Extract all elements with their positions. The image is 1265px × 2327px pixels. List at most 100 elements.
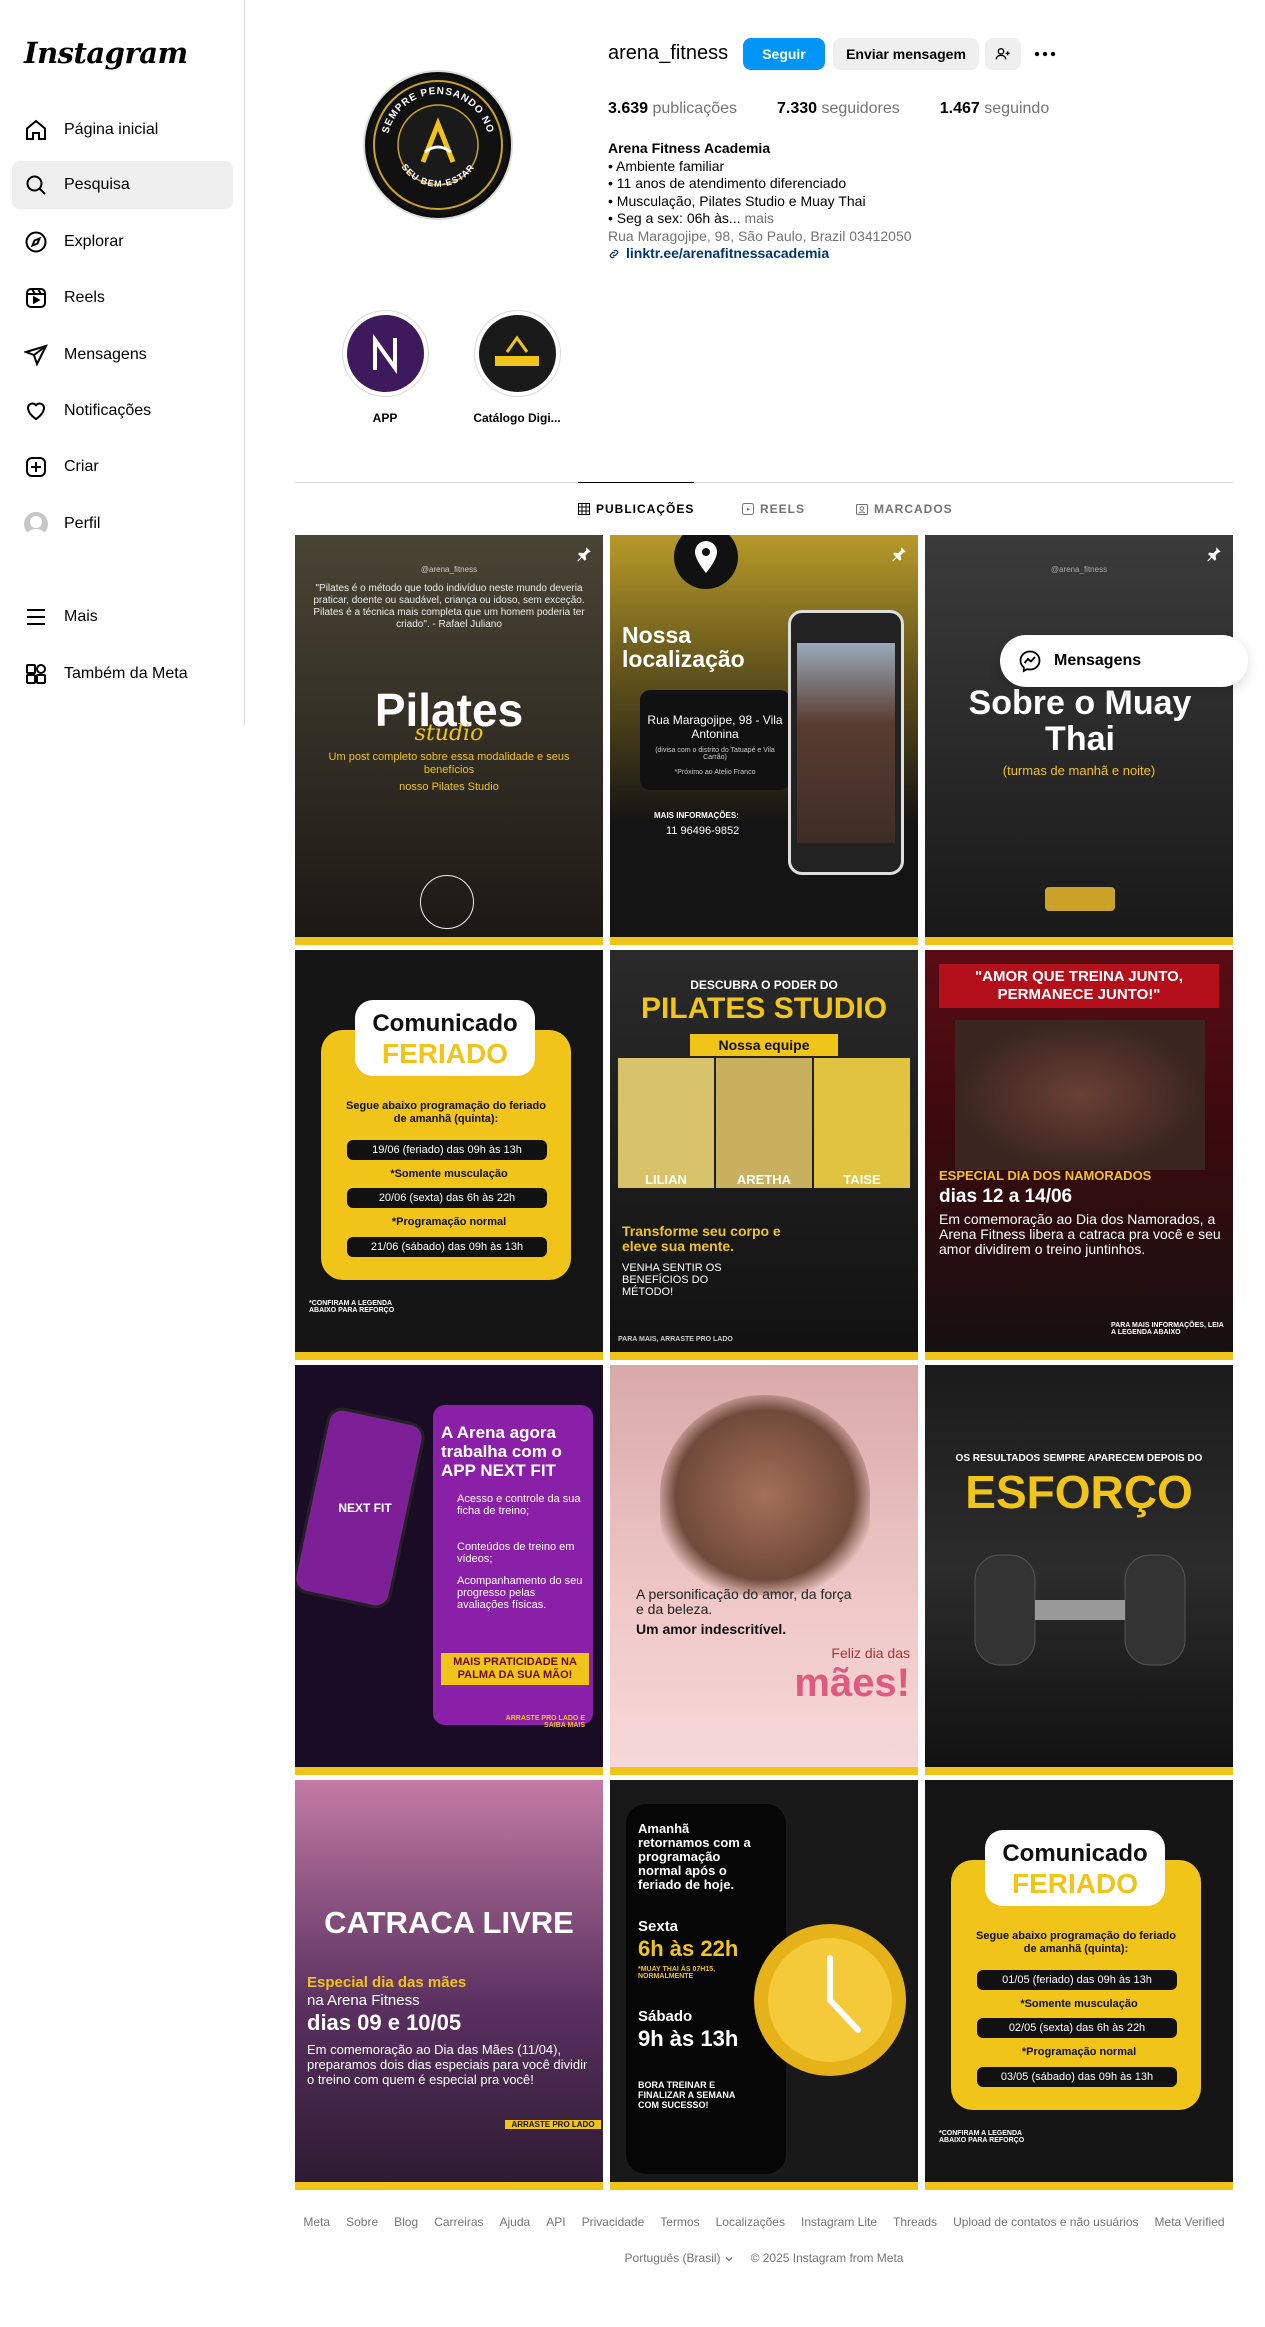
chevron-down-icon [725, 2256, 733, 2262]
grid-icon [578, 502, 590, 515]
follow-button[interactable]: Seguir [743, 38, 825, 70]
sidebar-item-notifications[interactable]: Notificações [12, 387, 233, 435]
clock-icon [754, 1924, 906, 2076]
sidebar-item-label: Mensagens [64, 346, 147, 363]
brand-stripe [295, 1767, 603, 1775]
sidebar-item-label: Também da Meta [64, 665, 188, 682]
post-title: FERIADO [382, 1038, 508, 1069]
team-member-name: ARETHA [736, 1172, 792, 1187]
sidebar-item-explore[interactable]: Explorar [12, 218, 233, 266]
footer-link[interactable]: Upload de contatos e não usuários [953, 2215, 1138, 2229]
sidebar-item-messages[interactable]: Mensagens [12, 331, 233, 379]
team-photo [814, 1058, 910, 1188]
suggested-accounts-button[interactable] [985, 38, 1021, 70]
schedule-row: 02/05 (sexta) das 6h às 22h [977, 2018, 1177, 2038]
footer-link[interactable]: API [546, 2215, 565, 2229]
footer-link[interactable]: Localizações [716, 2215, 785, 2229]
search-icon [26, 175, 46, 195]
options-button[interactable] [1029, 38, 1061, 70]
post-schedule-return[interactable]: Amanhã retornamos com a programação norm… [610, 1780, 918, 2190]
sidebar-item-reels[interactable]: Reels [12, 274, 233, 322]
highlight-app[interactable]: APP [335, 310, 435, 425]
post-handle: @arena_fitness [420, 565, 478, 574]
tab-reels[interactable]: REELS [742, 483, 805, 535]
schedule-note: *MUAY THAI ÀS 07H15, NORMALMENTE [638, 1966, 716, 1980]
bio-line: • 11 anos de atendimento diferenciado [608, 175, 847, 191]
bio-line: • Seg a sex: 06h às... mais [608, 210, 774, 226]
feature-bullet: Acompanhamento do seu progresso pelas av… [457, 1575, 583, 1611]
post-effort[interactable]: OS RESULTADOS SEMPRE APARECEM DEPOIS DO … [925, 1365, 1233, 1775]
post-title: Nossa localização [622, 622, 745, 672]
post-valentines[interactable]: "AMOR QUE TREINA JUNTO, PERMANECE JUNTO!… [925, 950, 1233, 1360]
post-holiday-notice-may[interactable]: Comunicado FERIADO Segue abaixo programa… [925, 1780, 1233, 2190]
muay-thai-badge-icon [1045, 887, 1115, 911]
post-banner: MAIS PRATICIDADE NA PALMA DA SUA MÃO! [441, 1653, 589, 1685]
catalog-cover-icon [495, 334, 539, 366]
footer-link[interactable]: Blog [394, 2215, 418, 2229]
messages-floating-button[interactable]: Mensagens [1000, 635, 1248, 687]
footer-link[interactable]: Meta Verified [1155, 2215, 1225, 2229]
bio-line: • Musculação, Pilates Studio e Muay Thai [608, 192, 866, 209]
profile-picture[interactable]: SEMPRE PENSANDO NO SEU BEM-ESTAR [363, 70, 513, 220]
post-subtitle: (turmas de manhã e noite) [1002, 763, 1156, 778]
sidebar-item-label: Criar [64, 458, 99, 475]
sidebar-item-create[interactable]: Criar [12, 443, 233, 491]
footer-link[interactable]: Instagram Lite [801, 2215, 877, 2229]
footer-link[interactable]: Sobre [346, 2215, 378, 2229]
bio-address[interactable]: Rua Maragojipe, 98, São Paulo, Brazil 03… [608, 228, 1128, 246]
highlight-catalog[interactable]: Catálogo Digi... [467, 310, 567, 425]
messenger-icon [1019, 650, 1041, 673]
footer-link[interactable]: Termos [660, 2215, 699, 2229]
schedule-note: *Programação normal [391, 1216, 507, 1228]
post-dates: dias 12 a 14/06 [939, 1186, 1073, 1207]
post-special: ESPECIAL DIA DOS NAMORADOS [939, 1168, 1152, 1183]
bio-link[interactable]: linktr.ee/arenafitnessacademia [608, 245, 1128, 263]
sidebar-item-profile[interactable]: Perfil [12, 500, 233, 548]
team-label: Nossa equipe [690, 1034, 838, 1056]
post-intro: Amanhã retornamos com a programação norm… [638, 1821, 751, 1892]
post-title: Sobre o Muay Thai [968, 684, 1192, 758]
add-person-icon [995, 48, 1010, 60]
menu-icon [27, 609, 45, 625]
following-count[interactable]: 1.467 seguindo [940, 100, 1049, 118]
post-muay-thai[interactable]: @arena_fitness Sobre o Muay Thai (turmas… [925, 535, 1233, 945]
post-pilates-team[interactable]: DESCUBRA O PODER DO PILATES STUDIO Nossa… [610, 950, 918, 1360]
footer-link[interactable]: Ajuda [500, 2215, 531, 2229]
post-free-pass[interactable]: CATRACA LIVRE Especial dia das mães na A… [295, 1780, 603, 2190]
footer-link[interactable]: Carreiras [434, 2215, 483, 2229]
link-icon [609, 249, 619, 259]
sidebar-item-search[interactable]: Pesquisa [12, 161, 233, 209]
sidebar-item-also-from-meta[interactable]: Também da Meta [12, 650, 233, 698]
post-holiday-notice-june[interactable]: Comunicado FERIADO Segue abaixo programa… [295, 950, 603, 1360]
post-title: Comunicado [1002, 1840, 1148, 1867]
post-pilates[interactable]: @arena_fitness "Pilates é o método que t… [295, 535, 603, 945]
team-photo [618, 1058, 714, 1188]
post-title: Comunicado [372, 1010, 518, 1037]
phone-mockup [788, 610, 904, 875]
post-next-fit-app[interactable]: NEXT FIT A Arena agora trabalha com o AP… [295, 1365, 603, 1775]
sidebar: Instagram Página inicial Pesquisa Explor… [0, 0, 245, 725]
footer-link[interactable]: Privacidade [582, 2215, 645, 2229]
instagram-logo[interactable]: Instagram [24, 36, 188, 70]
tab-posts[interactable]: PUBLICAÇÕES [578, 482, 695, 534]
footer-link[interactable]: Threads [893, 2215, 937, 2229]
followers-count[interactable]: 7.330 seguidores [777, 100, 900, 118]
send-message-button[interactable]: Enviar mensagem [833, 38, 979, 70]
feature-bullet: Conteúdos de treino em vídeos; [457, 1541, 575, 1565]
post-title: FERIADO [1012, 1868, 1138, 1899]
post-address: Rua Maragojipe, 98 - Vila Antonina [647, 713, 783, 741]
language-selector[interactable]: Português (Brasil) [625, 2251, 721, 2265]
tab-tagged[interactable]: MARCADOS [856, 483, 953, 535]
post-handle: @arena_fitness [1050, 565, 1108, 574]
phone-app-name: NEXT FIT [338, 1501, 392, 1515]
sidebar-item-more[interactable]: Mais [12, 593, 233, 641]
post-special: Especial dia das mães [307, 1974, 467, 1991]
schedule-row: 21/06 (sábado) das 09h às 13h [347, 1237, 547, 1257]
more-icon [1034, 51, 1056, 57]
post-location[interactable]: Nossa localização Rua Maragojipe, 98 - V… [610, 535, 918, 945]
sidebar-item-home[interactable]: Página inicial [12, 106, 233, 154]
highlight-label: APP [372, 411, 398, 425]
bio-more-link[interactable]: mais [744, 210, 774, 226]
post-mothers-day[interactable]: A personificação do amor, da força e da … [610, 1365, 918, 1775]
footer-link[interactable]: Meta [303, 2215, 330, 2229]
